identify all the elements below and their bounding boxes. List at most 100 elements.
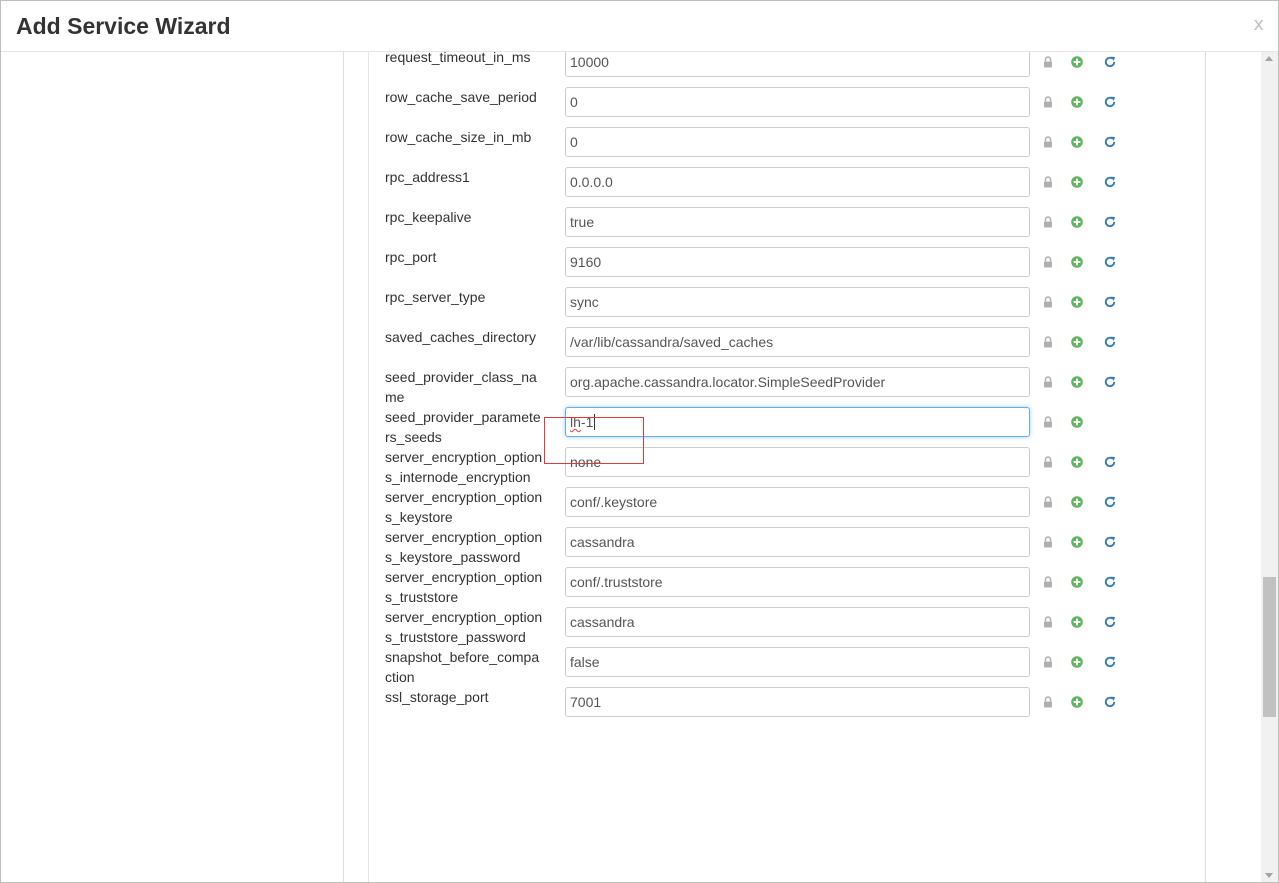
lock-icon[interactable] xyxy=(1041,455,1055,469)
refresh-icon[interactable] xyxy=(1103,535,1117,549)
add-override-icon[interactable] xyxy=(1070,695,1084,709)
refresh-icon[interactable] xyxy=(1103,615,1117,629)
refresh-icon[interactable] xyxy=(1103,375,1117,389)
property-row: rpc_address1 0.0.0.0 xyxy=(1,162,1261,202)
property-label: rpc_port xyxy=(385,249,437,265)
property-row: server_encryption_options_internode_encr… xyxy=(1,442,1261,485)
lock-icon[interactable] xyxy=(1041,215,1055,229)
property-value-input[interactable]: /var/lib/cassandra/saved_caches xyxy=(565,327,1030,357)
add-override-icon[interactable] xyxy=(1070,215,1084,229)
property-value-input[interactable]: 7001 xyxy=(565,687,1030,717)
property-value-input[interactable]: conf/.keystore xyxy=(565,487,1030,517)
add-override-icon[interactable] xyxy=(1070,375,1084,389)
add-override-icon[interactable] xyxy=(1070,175,1084,189)
property-label: rpc_keepalive xyxy=(385,209,472,225)
scroll-down-arrow-icon[interactable] xyxy=(1265,873,1273,878)
add-override-icon[interactable] xyxy=(1070,655,1084,669)
property-value-input[interactable]: cassandra xyxy=(565,607,1030,637)
property-label: seed_provider_class_name xyxy=(385,369,537,405)
lock-icon[interactable] xyxy=(1041,495,1055,509)
property-row: server_encryption_options_truststore conf… xyxy=(1,562,1261,605)
refresh-icon[interactable] xyxy=(1103,255,1117,269)
property-value-input[interactable]: 0.0.0.0 xyxy=(565,167,1030,197)
lock-icon[interactable] xyxy=(1041,695,1055,709)
property-value-input[interactable]: sync xyxy=(565,287,1030,317)
refresh-icon[interactable] xyxy=(1103,55,1117,69)
lock-icon[interactable] xyxy=(1041,135,1055,149)
refresh-icon[interactable] xyxy=(1103,335,1117,349)
add-override-icon[interactable] xyxy=(1070,295,1084,309)
add-override-icon[interactable] xyxy=(1070,135,1084,149)
add-override-icon[interactable] xyxy=(1070,535,1084,549)
dialog-body: request_timeout_in_ms 10000 row_cache_save… xyxy=(1,52,1261,882)
property-row: rpc_server_type sync xyxy=(1,282,1261,322)
lock-icon[interactable] xyxy=(1041,375,1055,389)
refresh-icon[interactable] xyxy=(1103,495,1117,509)
close-icon[interactable]: x xyxy=(1253,14,1264,35)
property-value-input[interactable]: 9160 xyxy=(565,247,1030,277)
spellcheck-underline: lh xyxy=(570,414,581,430)
lock-icon[interactable] xyxy=(1041,335,1055,349)
lock-icon[interactable] xyxy=(1041,175,1055,189)
refresh-icon[interactable] xyxy=(1103,175,1117,189)
property-label: server_encryption_options_keystore_passw… xyxy=(385,529,543,565)
refresh-icon[interactable] xyxy=(1103,575,1117,589)
property-label: ssl_storage_port xyxy=(385,689,489,705)
lock-icon[interactable] xyxy=(1041,255,1055,269)
scroll-up-arrow-icon[interactable] xyxy=(1265,56,1273,61)
property-row: request_timeout_in_ms 10000 xyxy=(1,52,1261,82)
property-row: seed_provider_parameters_seeds lh-1 xyxy=(1,402,1261,445)
property-value-input[interactable]: cassandra xyxy=(565,527,1030,557)
add-override-icon[interactable] xyxy=(1070,455,1084,469)
lock-icon[interactable] xyxy=(1041,575,1055,589)
property-value-input[interactable]: lh-1 xyxy=(565,407,1030,437)
property-label: snapshot_before_compaction xyxy=(385,649,540,685)
refresh-icon[interactable] xyxy=(1103,455,1117,469)
property-label: server_encryption_options_truststore_pas… xyxy=(385,609,543,645)
refresh-icon[interactable] xyxy=(1103,215,1117,229)
property-row: rpc_port 9160 xyxy=(1,242,1261,282)
refresh-icon[interactable] xyxy=(1103,135,1117,149)
scrollbar-thumb[interactable] xyxy=(1263,577,1276,717)
add-override-icon[interactable] xyxy=(1070,415,1084,429)
property-value-input[interactable]: false xyxy=(565,647,1030,677)
lock-icon[interactable] xyxy=(1041,655,1055,669)
property-value-input[interactable]: true xyxy=(565,207,1030,237)
input-text-rest: -1 xyxy=(580,414,594,430)
lock-icon[interactable] xyxy=(1041,95,1055,109)
add-override-icon[interactable] xyxy=(1070,95,1084,109)
property-label: server_encryption_options_keystore xyxy=(385,489,543,525)
add-override-icon[interactable] xyxy=(1070,255,1084,269)
lock-icon[interactable] xyxy=(1041,615,1055,629)
refresh-icon[interactable] xyxy=(1103,295,1117,309)
property-label: seed_provider_parameters_seeds xyxy=(385,409,541,445)
property-row: row_cache_size_in_mb 0 xyxy=(1,122,1261,162)
lock-icon[interactable] xyxy=(1041,415,1055,429)
refresh-icon[interactable] xyxy=(1103,655,1117,669)
add-override-icon[interactable] xyxy=(1070,615,1084,629)
property-value-input[interactable]: 0 xyxy=(565,127,1030,157)
property-value-input[interactable]: 10000 xyxy=(565,52,1030,77)
property-label: rpc_address1 xyxy=(385,169,470,185)
add-override-icon[interactable] xyxy=(1070,55,1084,69)
lock-icon[interactable] xyxy=(1041,535,1055,549)
vertical-scrollbar[interactable] xyxy=(1261,52,1278,882)
add-override-icon[interactable] xyxy=(1070,575,1084,589)
property-value-input[interactable]: org.apache.cassandra.locator.SimpleSeedP… xyxy=(565,367,1030,397)
property-row: row_cache_save_period 0 xyxy=(1,82,1261,122)
add-override-icon[interactable] xyxy=(1070,335,1084,349)
lock-icon[interactable] xyxy=(1041,55,1055,69)
property-value-input[interactable]: none xyxy=(565,447,1030,477)
property-label: request_timeout_in_ms xyxy=(385,52,531,65)
property-value-input[interactable]: 0 xyxy=(565,87,1030,117)
refresh-icon[interactable] xyxy=(1103,95,1117,109)
property-row: server_encryption_options_keystore conf/.… xyxy=(1,482,1261,525)
text-caret xyxy=(594,414,596,430)
lock-icon[interactable] xyxy=(1041,295,1055,309)
property-row: seed_provider_class_name org.apache.cassa… xyxy=(1,362,1261,405)
add-override-icon[interactable] xyxy=(1070,495,1084,509)
refresh-icon[interactable] xyxy=(1103,695,1117,709)
dialog-title: Add Service Wizard xyxy=(16,13,231,39)
property-value-input[interactable]: conf/.truststore xyxy=(565,567,1030,597)
property-label: row_cache_save_period xyxy=(385,89,537,105)
